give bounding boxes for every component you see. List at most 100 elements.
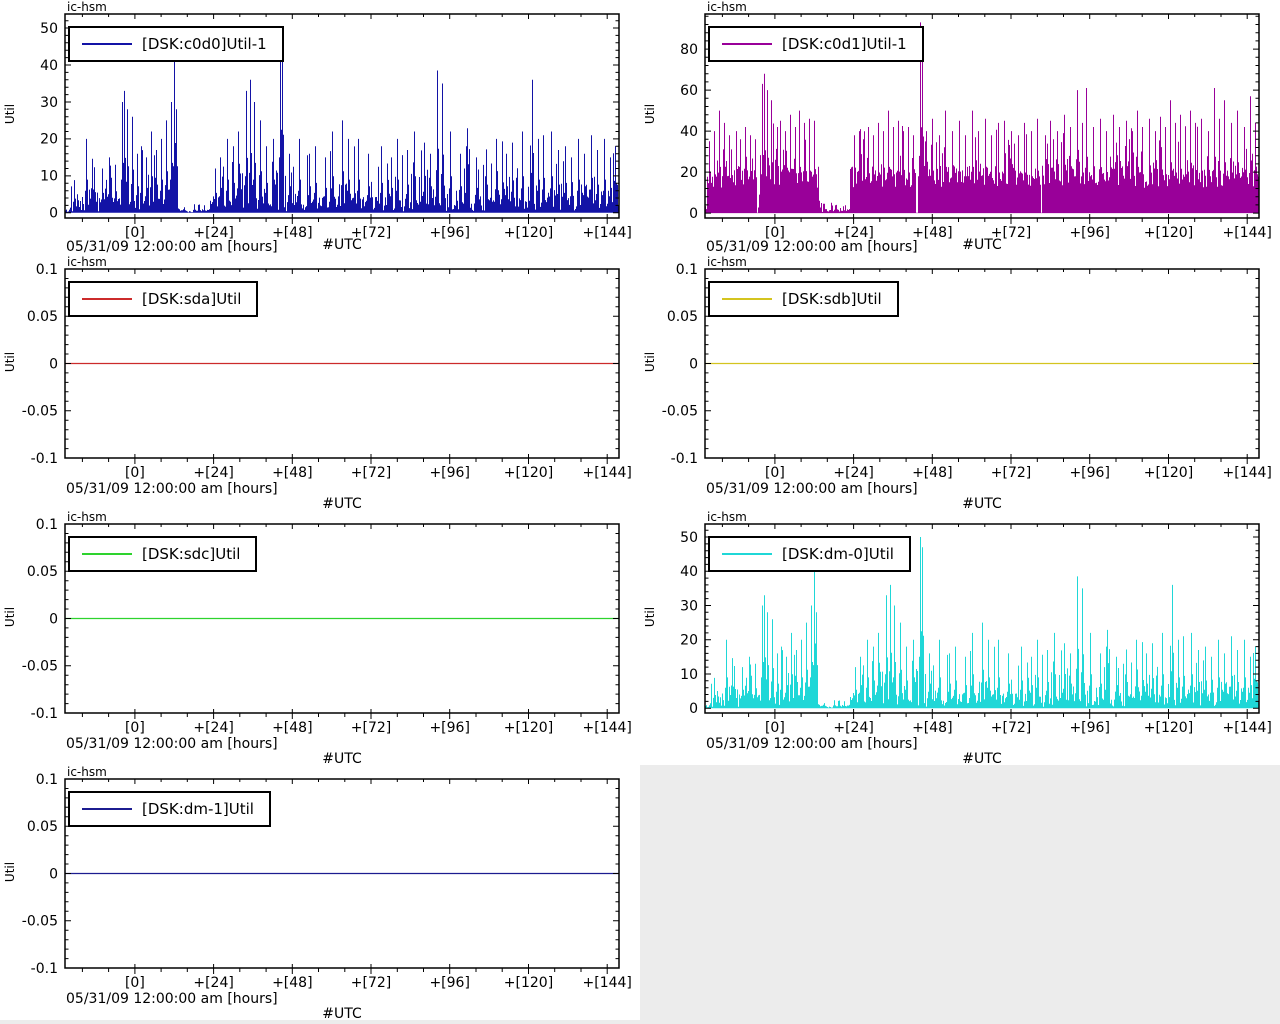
legend: [DSK:sda]Util <box>68 281 258 317</box>
svg-text:[0]: [0] <box>125 720 145 736</box>
x-axis-unit-label: #UTC <box>705 751 1259 765</box>
chart-panel-dsk-dm-1: [0]+[24]+[48]+[72]+[96]+[120]+[144]-0.1-… <box>0 765 640 1020</box>
svg-text:[0]: [0] <box>125 465 145 481</box>
svg-text:+[48]: +[48] <box>272 720 312 736</box>
chart-title: ic-hsm <box>707 1 747 14</box>
chart-panel-dsk-dm-0: [0]+[24]+[48]+[72]+[96]+[120]+[144]01020… <box>640 510 1280 765</box>
svg-text:[0]: [0] <box>765 720 785 736</box>
svg-text:+[72]: +[72] <box>351 975 391 991</box>
svg-text:+[144]: +[144] <box>583 720 632 736</box>
svg-text:-0.05: -0.05 <box>22 914 58 930</box>
svg-text:+[48]: +[48] <box>912 720 952 736</box>
x-axis-unit-label: #UTC <box>65 237 619 253</box>
svg-text:+[24]: +[24] <box>193 465 233 481</box>
legend: [DSK:c0d0]Util-1 <box>68 26 284 62</box>
svg-text:20: 20 <box>680 165 698 181</box>
svg-text:0: 0 <box>49 356 58 372</box>
svg-text:+[144]: +[144] <box>583 975 632 991</box>
x-axis-start-label: 05/31/09 12:00:00 am [hours] <box>706 736 918 752</box>
svg-text:0.1: 0.1 <box>676 262 698 278</box>
chart-panel-dsk-sda: [0]+[24]+[48]+[72]+[96]+[120]+[144]-0.1-… <box>0 255 640 510</box>
y-axis-label: Util <box>3 852 17 892</box>
x-axis-unit-label: #UTC <box>65 1006 619 1020</box>
legend: [DSK:dm-1]Util <box>68 791 271 827</box>
svg-text:[0]: [0] <box>125 975 145 991</box>
y-axis-label: Util <box>3 342 17 382</box>
x-axis-start-label: 05/31/09 12:00:00 am [hours] <box>66 481 278 497</box>
empty-cell <box>640 765 1280 1020</box>
chart-title: ic-hsm <box>707 511 747 524</box>
chart-panel-dsk-c0d0: [0]+[24]+[48]+[72]+[96]+[120]+[144]01020… <box>0 0 640 255</box>
chart-title: ic-hsm <box>67 511 107 524</box>
chart-grid: [0]+[24]+[48]+[72]+[96]+[120]+[144]01020… <box>0 0 1280 1020</box>
svg-text:0: 0 <box>689 356 698 372</box>
svg-text:+[144]: +[144] <box>583 465 632 481</box>
y-axis-label: Util <box>3 597 17 637</box>
svg-text:20: 20 <box>680 633 698 649</box>
svg-text:+[96]: +[96] <box>1069 720 1109 736</box>
svg-text:+[24]: +[24] <box>193 975 233 991</box>
svg-text:+[96]: +[96] <box>429 465 469 481</box>
svg-text:+[120]: +[120] <box>1144 720 1193 736</box>
legend-label: [DSK:c0d0]Util-1 <box>142 35 267 53</box>
svg-text:0.05: 0.05 <box>667 309 698 325</box>
svg-text:30: 30 <box>680 598 698 614</box>
legend-line-sample <box>722 298 772 300</box>
legend: [DSK:dm-0]Util <box>708 536 911 572</box>
svg-text:-0.1: -0.1 <box>671 451 698 467</box>
svg-text:+[48]: +[48] <box>272 975 312 991</box>
legend: [DSK:sdc]Util <box>68 536 257 572</box>
chart-panel-dsk-sdb: [0]+[24]+[48]+[72]+[96]+[120]+[144]-0.1-… <box>640 255 1280 510</box>
svg-text:+[72]: +[72] <box>351 465 391 481</box>
svg-text:50: 50 <box>40 21 58 37</box>
chart-panel-dsk-sdc: [0]+[24]+[48]+[72]+[96]+[120]+[144]-0.1-… <box>0 510 640 765</box>
svg-text:+[120]: +[120] <box>504 465 553 481</box>
svg-text:0.1: 0.1 <box>36 517 58 533</box>
x-axis-start-label: 05/31/09 12:00:00 am [hours] <box>66 736 278 752</box>
svg-text:+[120]: +[120] <box>504 720 553 736</box>
svg-text:0.05: 0.05 <box>27 819 58 835</box>
svg-text:0.1: 0.1 <box>36 772 58 788</box>
svg-text:-0.05: -0.05 <box>662 404 698 420</box>
svg-text:+[120]: +[120] <box>1144 465 1193 481</box>
legend-line-sample <box>722 553 772 555</box>
svg-text:[0]: [0] <box>765 465 785 481</box>
legend-label: [DSK:dm-0]Util <box>782 545 894 563</box>
svg-text:+[24]: +[24] <box>833 465 873 481</box>
svg-text:+[72]: +[72] <box>351 720 391 736</box>
chart-title: ic-hsm <box>707 256 747 269</box>
svg-text:40: 40 <box>40 58 58 74</box>
svg-text:0: 0 <box>49 206 58 222</box>
svg-text:+[144]: +[144] <box>1223 720 1272 736</box>
y-axis-label: Util <box>643 94 657 134</box>
svg-text:+[24]: +[24] <box>193 720 233 736</box>
y-axis-label: Util <box>643 597 657 637</box>
svg-text:0.1: 0.1 <box>36 262 58 278</box>
svg-text:+[144]: +[144] <box>1223 465 1272 481</box>
svg-text:20: 20 <box>40 132 58 148</box>
legend-line-sample <box>722 43 772 45</box>
legend-label: [DSK:sda]Util <box>142 290 241 308</box>
x-axis-unit-label: #UTC <box>65 751 619 765</box>
svg-text:-0.1: -0.1 <box>31 961 58 977</box>
svg-text:0.05: 0.05 <box>27 309 58 325</box>
legend-line-sample <box>82 553 132 555</box>
svg-text:-0.1: -0.1 <box>31 451 58 467</box>
legend: [DSK:c0d1]Util-1 <box>708 26 924 62</box>
legend-line-sample <box>82 43 132 45</box>
svg-text:50: 50 <box>680 530 698 546</box>
chart-panel-dsk-c0d1: [0]+[24]+[48]+[72]+[96]+[120]+[144]02040… <box>640 0 1280 255</box>
svg-text:0.05: 0.05 <box>27 564 58 580</box>
svg-text:+[120]: +[120] <box>504 975 553 991</box>
svg-text:-0.1: -0.1 <box>31 706 58 722</box>
svg-text:+[96]: +[96] <box>1069 465 1109 481</box>
x-axis-start-label: 05/31/09 12:00:00 am [hours] <box>706 481 918 497</box>
svg-text:+[48]: +[48] <box>912 465 952 481</box>
legend-line-sample <box>82 808 132 810</box>
legend-label: [DSK:sdb]Util <box>782 290 882 308</box>
legend-line-sample <box>82 298 132 300</box>
chart-title: ic-hsm <box>67 1 107 14</box>
svg-text:0: 0 <box>49 866 58 882</box>
svg-text:+[24]: +[24] <box>833 720 873 736</box>
svg-text:0: 0 <box>49 611 58 627</box>
